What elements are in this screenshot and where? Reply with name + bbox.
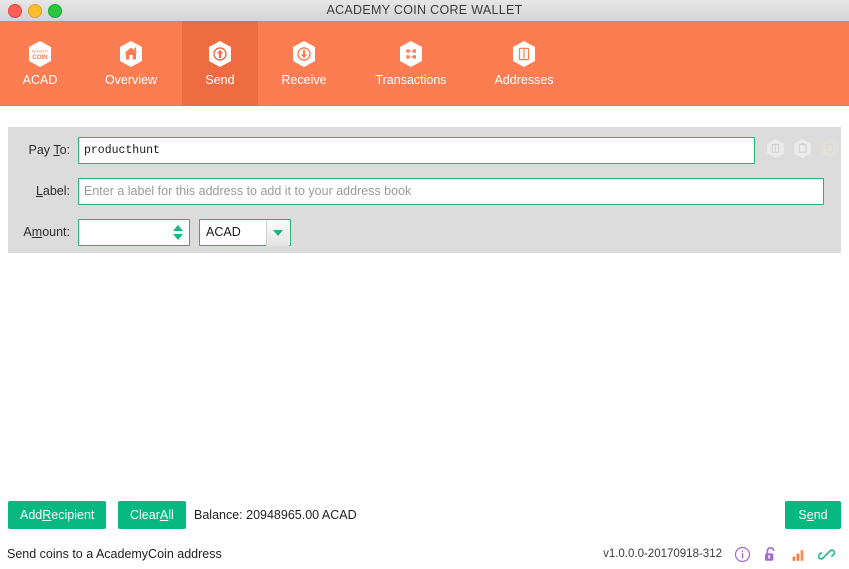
window-controls	[8, 0, 62, 21]
status-bar: Send coins to a AcademyCoin address v1.0…	[0, 540, 849, 569]
close-button[interactable]	[8, 3, 22, 18]
pay-to-row: Pay To:	[8, 135, 755, 165]
tab-overview-label: Overview	[104, 73, 158, 87]
tab-acad[interactable]: ACADEMY COIN ACAD	[0, 21, 80, 106]
add-recipient-button[interactable]: Add Recipient	[8, 501, 107, 529]
version-text: v1.0.0.0-20170918-312	[603, 548, 722, 560]
academy-coin-logo-icon: ACADEMY COIN	[27, 40, 53, 68]
unlocked-padlock-icon[interactable]	[762, 546, 779, 563]
home-icon	[118, 40, 144, 68]
tab-transactions-label: Transactions	[375, 73, 447, 87]
amount-stepper-wrap	[78, 218, 190, 246]
stepper-up-icon[interactable]	[173, 224, 183, 231]
status-icon-group	[734, 540, 836, 569]
balance-text: Balance: 20948965.00 ACAD	[194, 508, 357, 522]
paste-clipboard-icon[interactable]	[793, 138, 812, 159]
minimize-button[interactable]	[28, 3, 42, 18]
clear-all-button[interactable]: Clear All	[118, 501, 186, 529]
choose-address-icon[interactable]	[766, 138, 785, 159]
remove-recipient-icon[interactable]	[820, 138, 839, 159]
amount-unit-select[interactable]: ACAD	[199, 218, 291, 246]
amount-unit-value: ACAD	[206, 225, 241, 239]
main-toolbar: ACADEMY COIN ACAD Overview Send Receive …	[0, 21, 849, 106]
chevron-down-icon[interactable]	[266, 220, 289, 246]
tab-overview[interactable]: Overview	[80, 21, 182, 106]
tab-transactions[interactable]: Transactions	[350, 21, 472, 106]
action-bar: Add Recipient Clear All Balance: 2094896…	[0, 498, 849, 534]
tab-acad-label: ACAD	[22, 73, 58, 87]
status-message: Send coins to a AcademyCoin address	[7, 547, 222, 561]
window-title: ACADEMY COIN CORE WALLET	[326, 3, 523, 17]
label-field-label: Label:	[35, 184, 70, 198]
label-row: Label:	[8, 176, 824, 206]
tab-addresses-label: Addresses	[494, 73, 554, 87]
stepper-down-icon[interactable]	[173, 233, 183, 240]
send-form-panel: Pay To: producthunt Label: Enter a label…	[8, 127, 841, 253]
wallet-window: ACADEMY COIN CORE WALLET ACADEMY COIN AC…	[0, 0, 849, 569]
send-arrow-up-icon	[207, 40, 233, 68]
network-link-icon[interactable]	[817, 546, 836, 563]
tab-receive[interactable]: Receive	[258, 21, 350, 106]
tab-send-label: Send	[205, 73, 235, 87]
amount-label: Amount:	[23, 225, 70, 239]
transactions-exchange-icon	[398, 40, 424, 68]
title-bar: ACADEMY COIN CORE WALLET	[0, 0, 849, 22]
amount-row: Amount: ACAD	[8, 217, 291, 247]
info-icon[interactable]	[734, 546, 751, 563]
zoom-button[interactable]	[48, 3, 62, 18]
label-input[interactable]	[78, 177, 824, 205]
tab-receive-label: Receive	[281, 73, 327, 87]
receive-arrow-down-icon	[291, 40, 317, 68]
tab-addresses[interactable]: Addresses	[472, 21, 576, 106]
svg-text:COIN: COIN	[32, 54, 48, 61]
tab-send[interactable]: Send	[182, 21, 258, 106]
pay-to-input[interactable]	[78, 136, 755, 164]
pay-to-label: Pay To:	[28, 143, 70, 157]
amount-stepper[interactable]	[167, 219, 189, 245]
address-book-icon	[511, 40, 537, 68]
signal-bars-icon[interactable]	[790, 546, 807, 563]
send-button[interactable]: Se nd	[785, 501, 841, 529]
pay-to-action-buttons	[766, 138, 839, 159]
